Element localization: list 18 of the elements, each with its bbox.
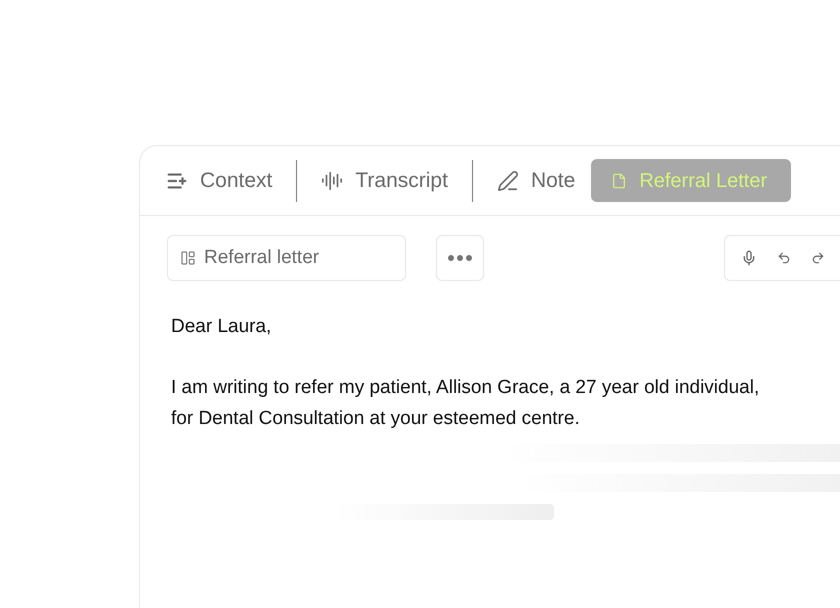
more-icon [448,255,472,261]
tab[interactable]: Context [150,159,288,202]
pen-icon [496,170,519,192]
redo-button[interactable] [811,251,825,265]
document-icon [611,172,628,188]
tab[interactable]: Transcript [305,159,464,202]
microphone-icon [741,250,757,266]
template-dropdown[interactable]: Referral letter [167,235,406,281]
letter-paragraph: Dear Laura, [171,315,272,339]
more-button[interactable] [436,235,484,281]
undo-icon [777,251,791,265]
microphone-button[interactable] [741,250,757,266]
tab[interactable]: Note [480,159,592,202]
template-icon [180,250,196,266]
letter-paragraph: I am writing to refer my patient, Allison Grace, a 27 year old individual, for Dental Consultation at your esteemed centre. [171,376,760,431]
audio-wave-icon [321,170,344,192]
undo-button[interactable] [777,251,791,265]
redo-icon [811,251,825,265]
